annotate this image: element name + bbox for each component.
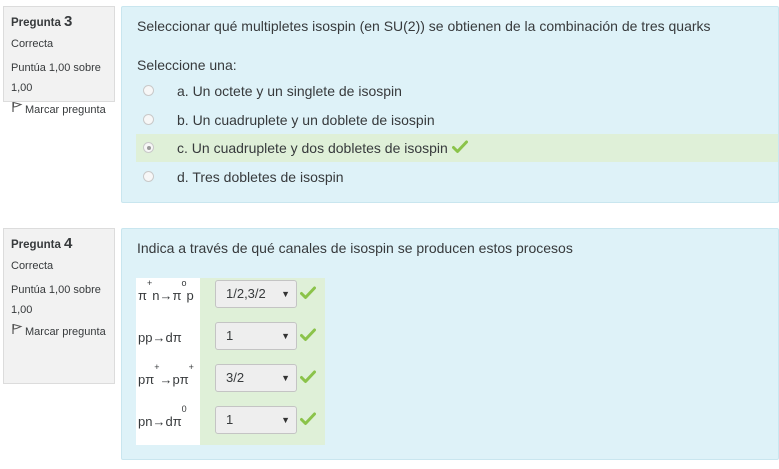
check-icon xyxy=(300,370,316,387)
caret-down-icon: ▼ xyxy=(281,289,290,299)
select-value: 3/2 xyxy=(226,370,245,385)
question-number: Pregunta 4 xyxy=(11,235,107,254)
question-number-value: 3 xyxy=(64,13,73,30)
process-label-3: pπ+→pπ+ xyxy=(138,362,194,387)
flag-question-link[interactable]: Marcar pregunta xyxy=(11,322,107,342)
question-number: Pregunta 3 xyxy=(11,13,107,32)
option-label: a. Un octete y un singlete de isospin xyxy=(177,83,402,99)
question-number-value: 4 xyxy=(64,235,73,252)
caret-down-icon: ▼ xyxy=(281,331,290,341)
flag-label: Marcar pregunta xyxy=(25,104,106,116)
answer-select-2[interactable]: 1 ▼ xyxy=(215,322,297,350)
check-icon xyxy=(300,328,316,345)
answer-option-b[interactable]: b. Un cuadruplete y un doblete de isospi… xyxy=(136,106,778,134)
question-content-4: Indica a través de qué canales de isospi… xyxy=(121,228,779,460)
option-label: b. Un cuadruplete y un doblete de isospi… xyxy=(177,112,435,128)
question-text: Seleccionar qué multipletes isospin (en … xyxy=(137,18,711,34)
caret-down-icon: ▼ xyxy=(281,373,290,383)
question-label: Pregunta xyxy=(11,17,61,29)
flag-icon xyxy=(11,100,23,120)
answer-option-d[interactable]: d. Tres dobletes de isospin xyxy=(136,163,778,191)
question-info-3: Pregunta 3 Correcta Puntúa 1,00 sobre 1,… xyxy=(3,6,115,116)
question-grade: Puntúa 1,00 sobre 1,00 xyxy=(11,284,101,316)
flag-label: Marcar pregunta xyxy=(25,326,106,338)
process-label-2: pp→dπ xyxy=(138,330,182,345)
question-grade: Puntúa 1,00 sobre 1,00 xyxy=(11,62,101,94)
check-icon xyxy=(300,286,316,303)
answer-select-1[interactable]: 1/2,3/2 ▼ xyxy=(215,280,297,308)
answer-prompt: Seleccione una: xyxy=(137,57,237,73)
option-label-row: c. Un cuadruplete y dos dobletes de isos… xyxy=(177,134,468,163)
question-state: Correcta xyxy=(11,38,54,50)
question-info-4: Pregunta 4 Correcta Puntúa 1,00 sobre 1,… xyxy=(3,228,115,384)
option-label: d. Tres dobletes de isospin xyxy=(177,169,344,185)
check-icon xyxy=(300,412,316,429)
process-column: π+n→πop pp→dπ pπ+→pπ+ pn→dπ0 xyxy=(136,278,200,445)
select-value: 1/2,3/2 xyxy=(226,286,266,301)
answer-option-c[interactable]: c. Un cuadruplete y dos dobletes de isos… xyxy=(136,134,778,162)
answer-select-4[interactable]: 1 ▼ xyxy=(215,406,297,434)
question-text: Indica a través de qué canales de isospi… xyxy=(137,240,573,256)
question-content-3: Seleccionar qué multipletes isospin (en … xyxy=(121,6,779,203)
answer-option-a[interactable]: a. Un octete y un singlete de isospin xyxy=(136,77,778,105)
question-state: Correcta xyxy=(11,260,54,272)
caret-down-icon: ▼ xyxy=(281,415,290,425)
radio-button[interactable] xyxy=(143,114,154,125)
select-value: 1 xyxy=(226,328,234,343)
radio-button-checked[interactable] xyxy=(143,142,154,153)
flag-question-link[interactable]: Marcar pregunta xyxy=(11,100,107,120)
process-label-1: π+n→πop xyxy=(138,278,194,303)
check-icon xyxy=(451,135,468,163)
option-label: c. Un cuadruplete y dos dobletes de isos… xyxy=(177,140,448,156)
answer-column: 1/2,3/2 ▼ 1 ▼ 3/2 ▼ 1 ▼ xyxy=(200,278,325,445)
radio-button[interactable] xyxy=(143,85,154,96)
select-value: 1 xyxy=(226,412,234,427)
radio-button[interactable] xyxy=(143,171,154,182)
process-label-4: pn→dπ0 xyxy=(138,404,187,429)
flag-icon xyxy=(11,322,23,342)
answer-select-3[interactable]: 3/2 ▼ xyxy=(215,364,297,392)
question-label: Pregunta xyxy=(11,239,61,251)
